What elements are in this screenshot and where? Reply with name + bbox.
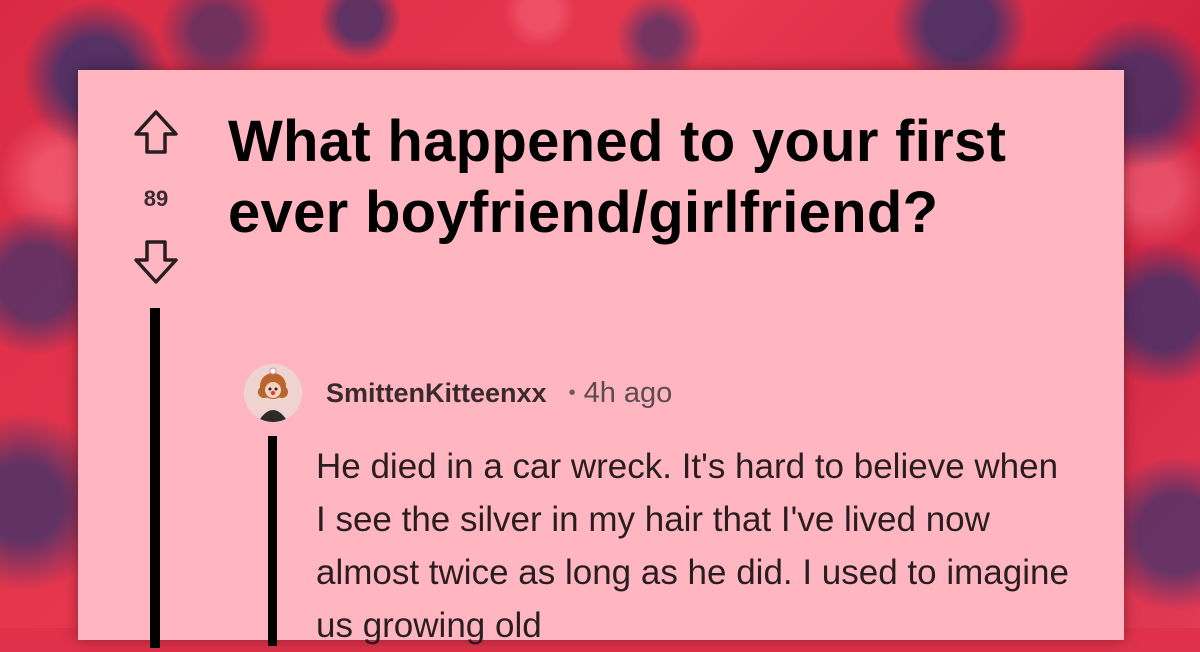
meta-separator: • (568, 381, 576, 404)
post-title[interactable]: What happened to your first ever boyfrie… (228, 106, 1088, 248)
thread-line (150, 308, 160, 648)
avatar-icon (244, 364, 302, 422)
comment-body: He died in a car wreck. It's hard to bel… (316, 447, 1069, 645)
comment-author[interactable]: SmittenKitteenxx (326, 378, 547, 409)
avatar[interactable] (244, 364, 302, 422)
comment-timestamp: 4h ago (583, 376, 673, 409)
comment-header: SmittenKitteenxx • 4h ago (244, 362, 672, 424)
vote-count: 89 (143, 186, 169, 211)
comment-thread-line[interactable] (268, 436, 277, 646)
arrow-down-icon[interactable] (130, 236, 182, 286)
arrow-up-icon[interactable] (130, 108, 182, 158)
